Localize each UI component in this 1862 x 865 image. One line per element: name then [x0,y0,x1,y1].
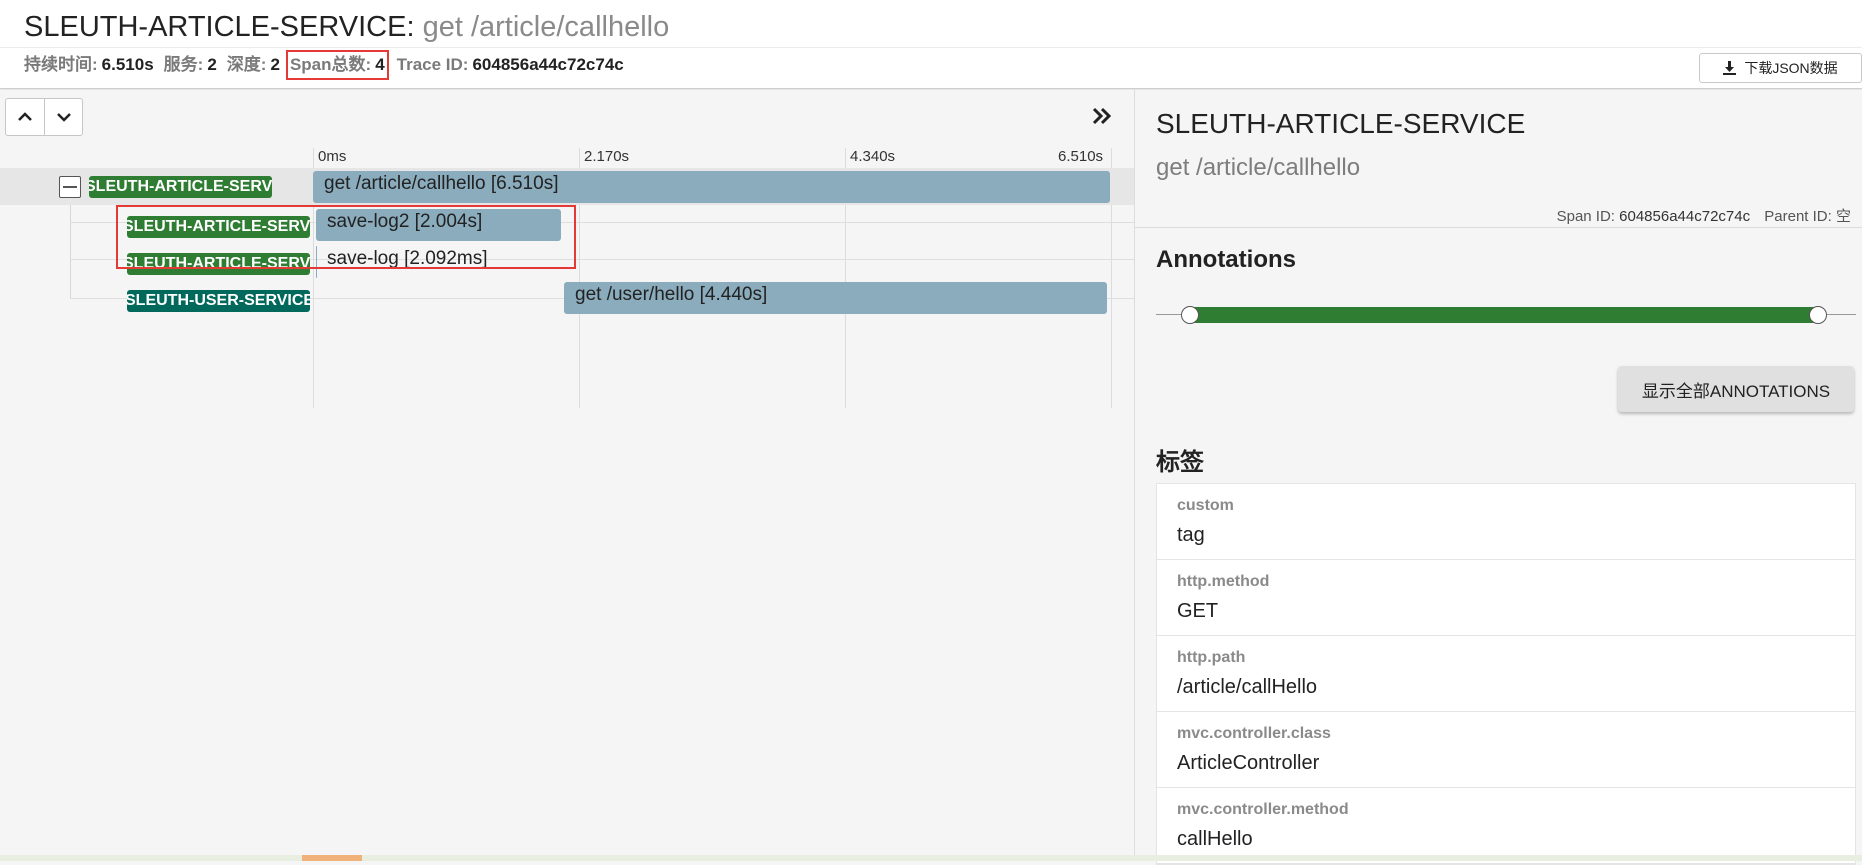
span-detail-panel: SLEUTH-ARTICLE-SERVICE get /article/call… [1134,90,1862,865]
tag-value: GET [1177,600,1219,622]
services-label: 服务: [163,55,204,74]
span-ids: Span ID: 604856a44c72c74c Parent ID: 空 [1557,205,1851,226]
annotation-bar [1190,307,1818,323]
trace-id-label: Trace ID: [396,55,469,74]
download-icon [1723,61,1737,75]
tag-key: mvc.controller.class [1177,725,1331,742]
span-id-label: Span ID: [1556,208,1615,225]
tick-label-1: 2.170s [584,148,630,165]
chevron-down-icon [56,113,71,122]
tag-value: /article/callHello [1177,676,1318,698]
tag-key: http.method [1177,573,1270,590]
service-badge: SLEUTH-ARTICLE-SERVICE [89,176,272,198]
span-bar-label: get /article/callhello [6.510s] [324,173,559,194]
duration-value: 6.510s [101,55,154,74]
timeline-panel: 0ms 2.170s 4.340s 6.510s SLEUTH-ARTICLE-… [0,90,1134,861]
bottom-accent [302,855,362,861]
span-nav-group [5,98,83,136]
annotation-end-marker[interactable] [1809,306,1827,324]
tag-value: tag [1177,524,1205,546]
duration-label: 持续时间: [24,55,98,74]
tag-item: mvc.controller.class ArticleController [1157,712,1855,788]
bottom-strip [0,855,1862,861]
tick-label-3: 6.510s [1058,148,1104,165]
span-total-highlight: Span总数: 4 [285,50,389,80]
services-value: 2 [207,55,217,74]
tag-item: mvc.controller.method callHello [1157,788,1855,864]
tag-key: mvc.controller.method [1177,801,1349,818]
parent-id-label: Parent ID: [1764,208,1832,225]
annotation-start-marker[interactable] [1181,306,1199,324]
tick-label-2: 4.340s [850,148,896,165]
span-total-label: Span总数: [289,55,372,74]
span-total-value: 4 [375,55,385,74]
next-span-button[interactable] [44,99,82,135]
header-divider [0,47,1862,48]
depth-label: 深度: [226,55,267,74]
tick-label-0: 0ms [318,148,347,165]
service-badge: SLEUTH-USER-SERVICE [127,290,310,312]
trace-header: SLEUTH-ARTICLE-SERVICE: get /article/cal… [0,0,1862,89]
tag-key: custom [1177,497,1234,514]
annotations-title: Annotations [1156,246,1296,273]
span-row[interactable]: SLEUTH-USER-SERVICE get /user/hello [4.4… [0,281,1134,318]
parent-id-value: 空 [1835,208,1851,225]
tag-value: ArticleController [1177,752,1320,774]
tag-item: http.method GET [1157,560,1855,636]
collapse-toggle[interactable] [59,176,81,198]
trace-span-name: get /article/callhello [422,11,670,43]
download-json-label: 下载JSON数据 [1744,60,1838,76]
trace-title: SLEUTH-ARTICLE-SERVICE: get /article/cal… [24,10,669,44]
tag-key: http.path [1177,649,1246,666]
detail-service-name: SLEUTH-ARTICLE-SERVICE [1156,108,1526,139]
tags-list: custom tag http.method GET http.path /ar… [1156,483,1856,865]
highlight-box [116,205,576,269]
prev-span-button[interactable] [6,99,44,135]
tag-item: http.path /article/callHello [1157,636,1855,712]
detail-span-name: get /article/callhello [1156,154,1361,181]
span-detail-header: SLEUTH-ARTICLE-SERVICE get /article/call… [1135,90,1862,228]
span-row-root[interactable]: SLEUTH-ARTICLE-SERVICE get /article/call… [0,168,1134,205]
span-id-value: 604856a44c72c74c [1619,208,1751,225]
trace-service-name: SLEUTH-ARTICLE-SERVICE [24,11,407,43]
depth-value: 2 [270,55,280,74]
tag-value: callHello [1177,828,1253,850]
trace-id-value: 604856a44c72c74c [472,55,624,74]
title-separator: : [406,11,423,43]
span-bar-label: get /user/hello [4.440s] [575,284,768,305]
chevron-up-icon [18,112,32,121]
show-all-annotations-button[interactable]: 显示全部ANNOTATIONS [1618,366,1854,412]
double-chevron-right-icon[interactable] [1090,104,1114,128]
tag-item: custom tag [1157,484,1855,560]
trace-stats: 持续时间: 6.510s 服务: 2 深度: 2 Span总数: 4 Trace… [24,50,634,80]
tags-title: 标签 [1156,449,1204,476]
download-json-button[interactable]: 下载JSON数据 [1699,53,1862,83]
